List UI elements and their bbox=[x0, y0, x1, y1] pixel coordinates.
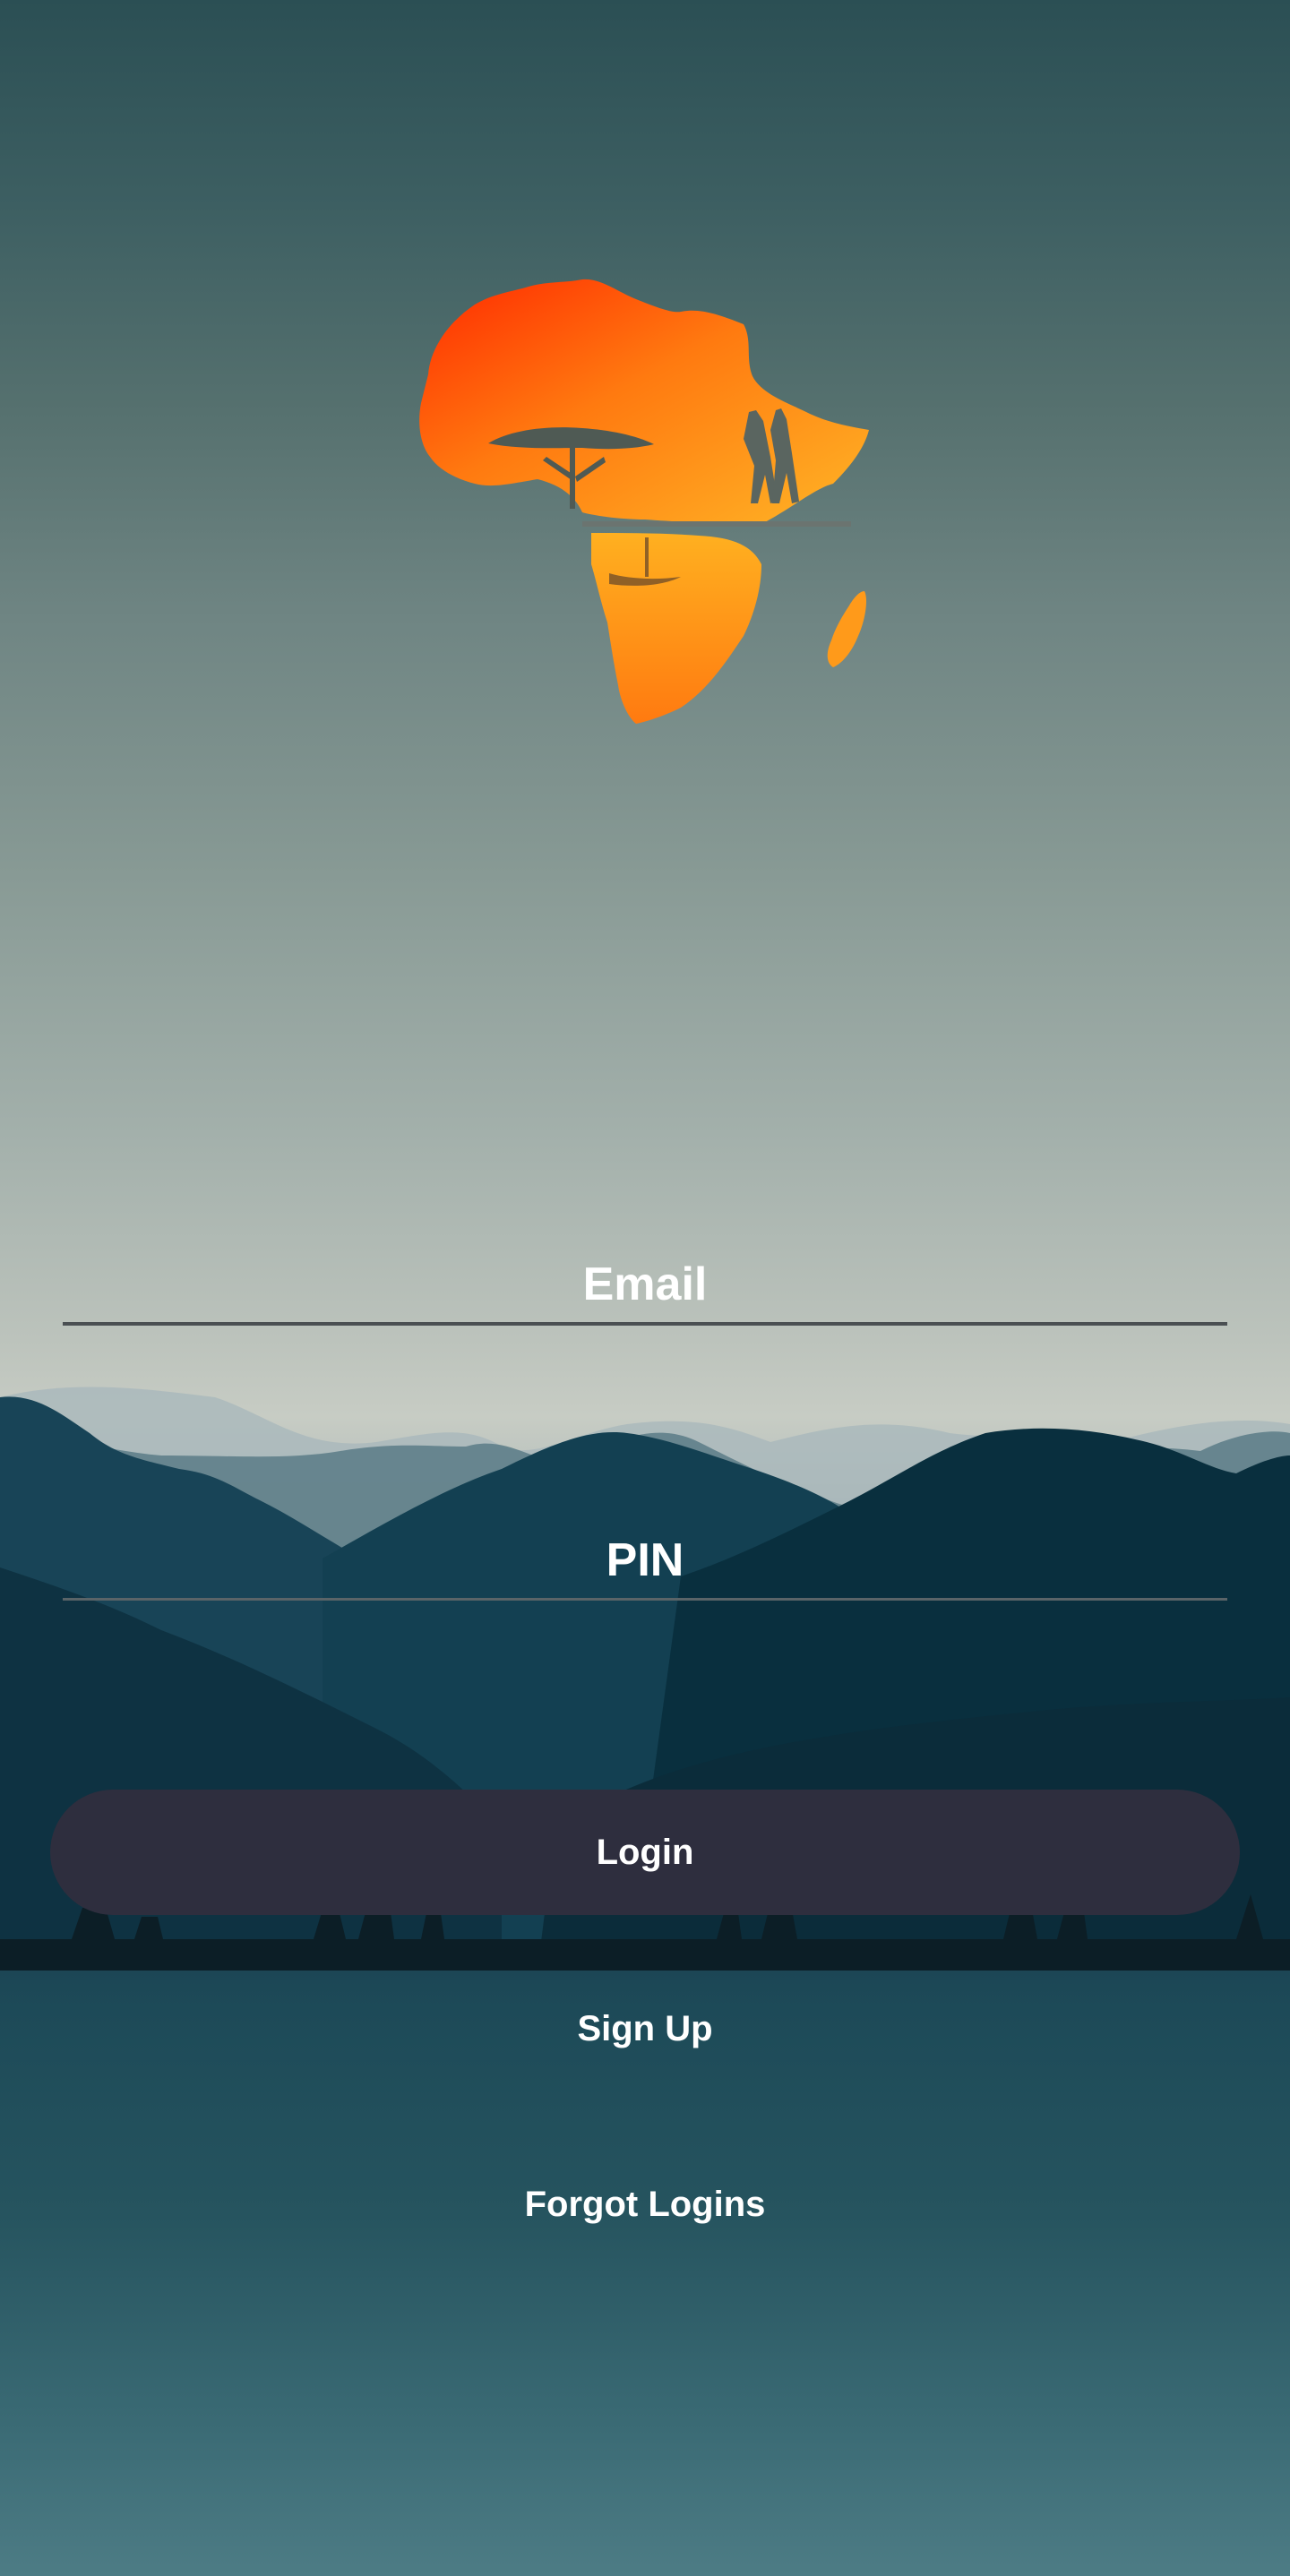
login-button[interactable]: Login bbox=[50, 1790, 1240, 1915]
email-underline bbox=[63, 1322, 1227, 1326]
pin-field-label: PIN bbox=[606, 1534, 684, 1586]
email-field[interactable]: Email bbox=[63, 1256, 1227, 1326]
forgot-logins-link[interactable]: Forgot Logins bbox=[0, 2182, 1290, 2227]
pin-field[interactable]: PIN bbox=[63, 1532, 1227, 1601]
africa-logo-icon bbox=[419, 279, 869, 724]
email-field-label: Email bbox=[582, 1258, 708, 1310]
pin-underline bbox=[63, 1598, 1227, 1601]
login-screen: Email PIN Login Sign Up Forgot Logins bbox=[0, 0, 1290, 2576]
sign-up-link[interactable]: Sign Up bbox=[0, 2006, 1290, 2051]
